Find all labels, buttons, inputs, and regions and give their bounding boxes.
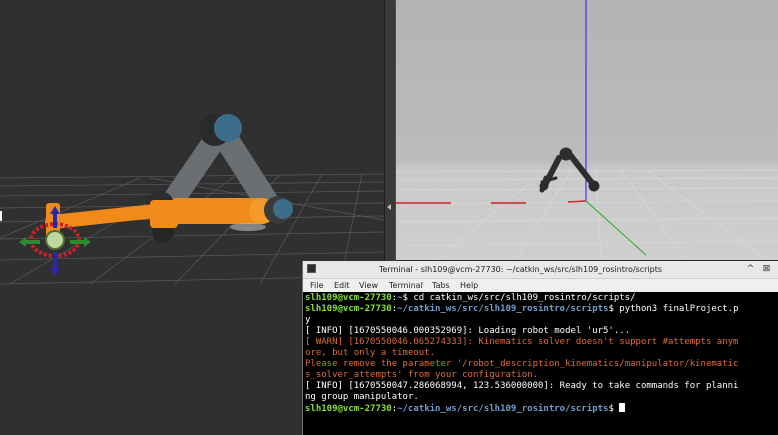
text-cursor <box>619 403 626 412</box>
menu-help[interactable]: Help <box>460 279 478 292</box>
terminal-warning-line: [ WARN] [1670550046.065274333]: Kinemati… <box>305 337 739 347</box>
gazebo-3d-viewport[interactable] <box>396 0 778 260</box>
gazebo-ground-grid <box>396 169 778 260</box>
terminal-warning-line: s_solver_attempts' from your configurati… <box>305 370 538 380</box>
minimize-icon[interactable]: ^ <box>745 264 756 275</box>
terminal-line: [ INFO] [1670550046.000352969]: Loading … <box>305 326 631 336</box>
terminal-titlebar[interactable]: Terminal - slh109@vcm-27730: ~/catkin_ws… <box>303 261 778 279</box>
gazebo-robot-model <box>539 147 600 193</box>
terminal-window[interactable]: Terminal - slh109@vcm-27730: ~/catkin_ws… <box>302 261 778 435</box>
axis-y-line <box>585 200 647 256</box>
close-icon[interactable]: ⊠ <box>761 264 772 275</box>
terminal-menubar: File Edit View Terminal Tabs Help <box>303 279 778 292</box>
terminal-line: [ INFO] [1670550047.286068994, 123.53600… <box>305 381 739 391</box>
terminal-title: Terminal - slh109@vcm-27730: ~/catkin_ws… <box>378 265 663 274</box>
menu-view[interactable]: View <box>359 279 378 292</box>
menu-tabs[interactable]: Tabs <box>432 279 450 292</box>
menu-edit[interactable]: Edit <box>334 279 350 292</box>
menu-file[interactable]: File <box>310 279 323 292</box>
terminal-line: ng group manipulator. <box>305 392 419 402</box>
terminal-prompt-line: slh109@vcm-27730:~/catkin_ws/src/slh109_… <box>305 403 778 415</box>
terminal-output[interactable]: slh109@vcm-27730:~$ cd catkin_ws/src/slh… <box>305 293 778 435</box>
terminal-line: slh109@vcm-27730:~$ cd catkin_ws/src/slh… <box>305 293 636 303</box>
terminal-warning-line: ore, but only a timeout. <box>305 348 436 358</box>
ur5-robot-model <box>45 114 293 243</box>
gazebo-scene <box>396 0 778 260</box>
collapse-arrow-icon[interactable] <box>387 204 391 210</box>
terminal-line: y <box>305 315 311 325</box>
terminal-line: slh109@vcm-27730:~/catkin_ws/src/slh109_… <box>305 304 739 314</box>
menu-terminal[interactable]: Terminal <box>389 279 423 292</box>
terminal-warning-line: Please remove the parameter '/robot_desc… <box>305 359 739 369</box>
